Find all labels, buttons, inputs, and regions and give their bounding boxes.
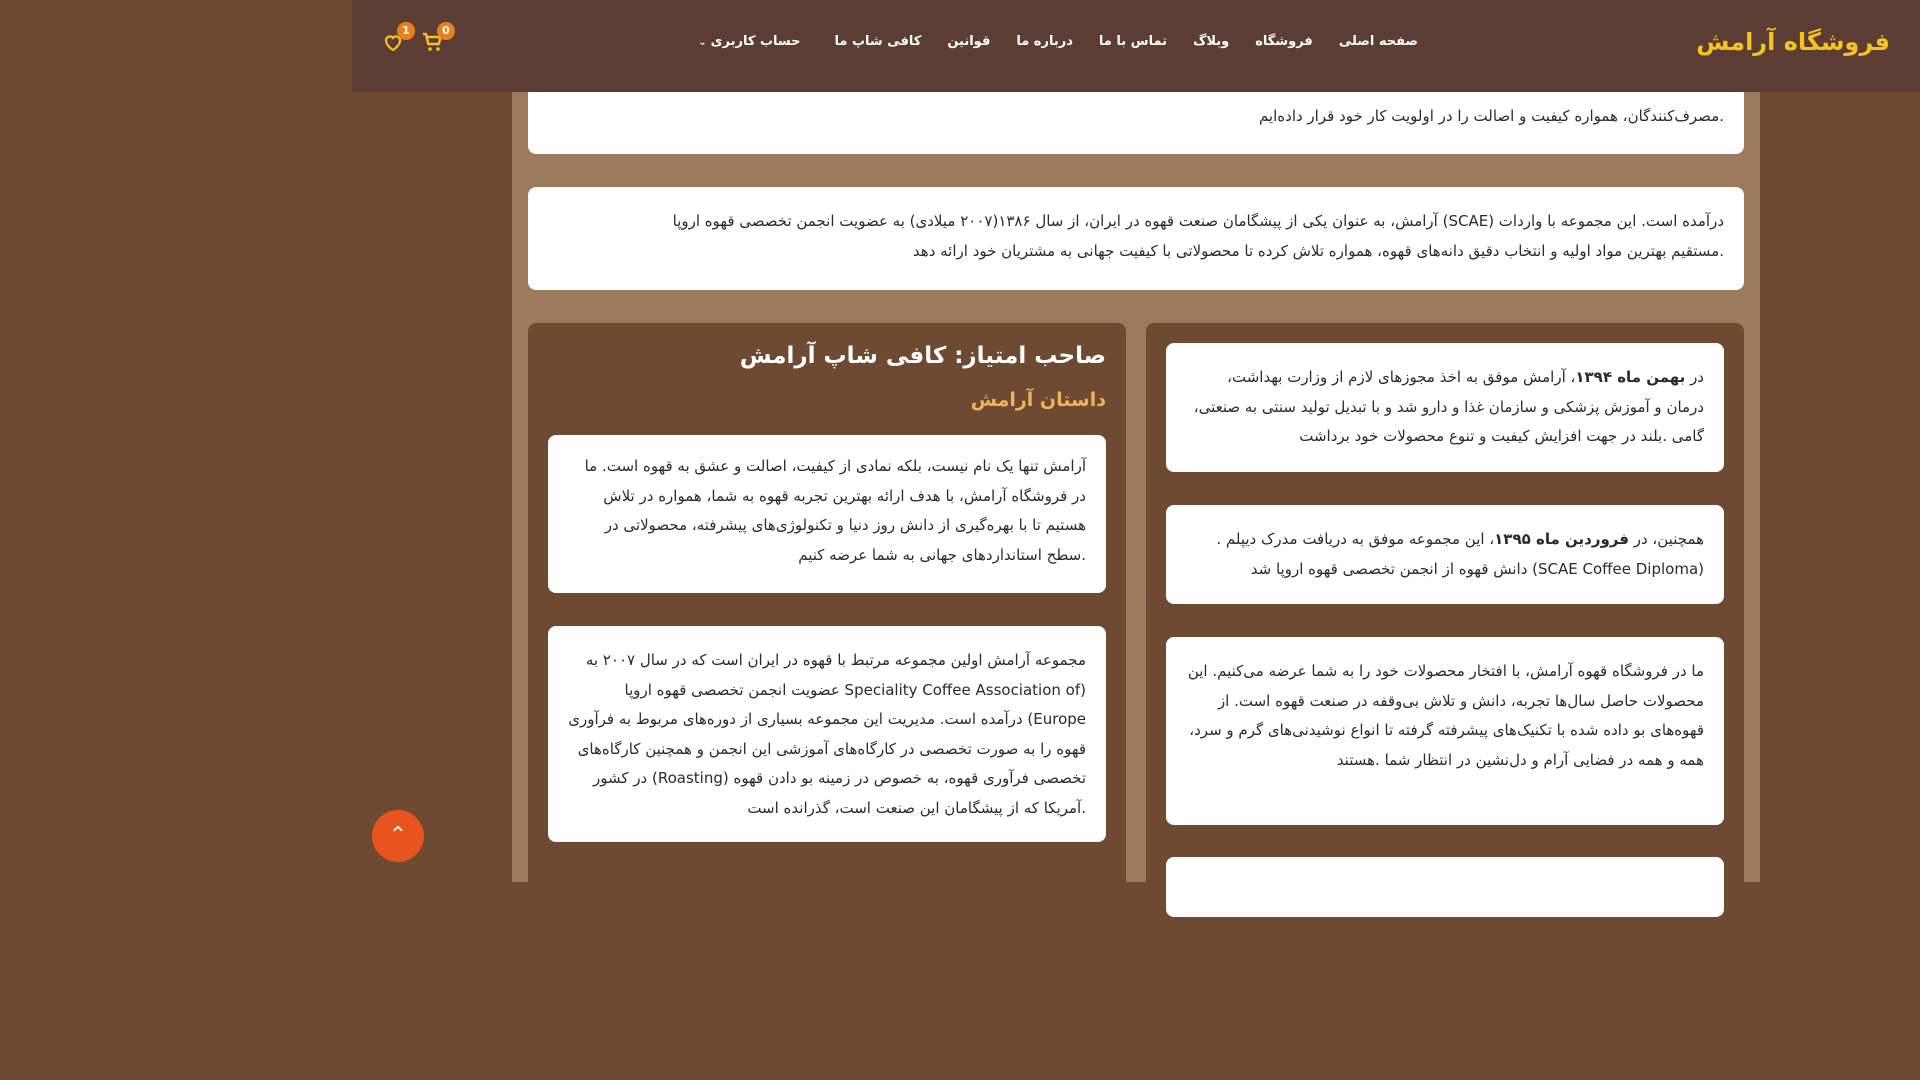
brand-logo[interactable]: فروشگاه آرامش [1696, 28, 1890, 56]
intro-line-2: .مستقیم بهترین مواد اولیه و انتخاب دقیق … [912, 241, 1724, 260]
nav-account[interactable]: حساب کاربری⌄ [698, 34, 800, 49]
nav-about[interactable]: درباره ما [1016, 34, 1073, 49]
timeline-card-2: همچنین، در فروردین ماه ۱۳۹۵، این مجموعه … [1166, 505, 1724, 604]
date-bold: فروردین ماه ۱۳۹۵ [1494, 530, 1629, 548]
nav-shop[interactable]: فروشگاه [1255, 34, 1313, 49]
cart-button[interactable]: 0 [421, 22, 455, 54]
double-chevron-up-icon: ⌃ [388, 823, 408, 848]
timeline-card-1-text: در بهمن ماه ۱۳۹۴، آرامش موفق به اخذ مجوز… [1186, 363, 1704, 452]
chevron-down-icon: ⌄ [698, 37, 707, 48]
scroll-to-top-button[interactable]: ⌃ [372, 810, 424, 862]
story-card-2-text: مجموعه آرامش اولین مجموعه مرتبط با قهوه … [568, 651, 1086, 817]
nav-coffee-shop[interactable]: کافی شاپ ما [835, 34, 922, 49]
timeline-card-1: در بهمن ماه ۱۳۹۴، آرامش موفق به اخذ مجوز… [1166, 343, 1724, 472]
timeline-card-3-text: ما در فروشگاه قهوه آرامش، با افتخار محصو… [1187, 662, 1704, 769]
text-part: همچنین، در [1628, 530, 1704, 548]
nav-rules[interactable]: قوانین [947, 34, 990, 49]
main-nav: صفحه اصلی فروشگاه وبلاگ تماس با ما دربار… [672, 34, 1418, 49]
date-bold: بهمن ماه ۱۳۹۴ [1575, 368, 1686, 386]
nav-account-label: حساب کاربری [710, 34, 801, 49]
story-subtitle: داستان آرامش [970, 389, 1106, 411]
nav-contact[interactable]: تماس با ما [1099, 34, 1167, 49]
story-card-1-text: آرامش تنها یک نام نیست، بلکه نمادی از کی… [584, 457, 1086, 564]
wishlist-count-badge: 1 [397, 22, 415, 40]
cart-count-badge: 0 [437, 22, 455, 40]
timeline-card-4 [1166, 857, 1724, 917]
intro-line-1: درآمده است. این مجموعه با واردات (SCAE) … [672, 212, 1724, 230]
nav-home[interactable]: صفحه اصلی [1339, 34, 1418, 49]
owner-panel: صاحب امتیاز: کافی شاپ آرامش داستان آرامش… [528, 323, 1126, 903]
wishlist-button[interactable]: 1 [381, 22, 415, 54]
timeline-panel: در بهمن ماه ۱۳۹۴، آرامش موفق به اخذ مجوز… [1146, 323, 1744, 917]
page-content: .مصرف‌کنندگان، همواره کیفیت و اصالت را د… [512, 0, 1760, 917]
timeline-card-3: ما در فروشگاه قهوه آرامش، با افتخار محصو… [1166, 637, 1724, 825]
story-card-1: آرامش تنها یک نام نیست، بلکه نمادی از کی… [548, 435, 1106, 593]
owner-title: صاحب امتیاز: کافی شاپ آرامش [739, 343, 1106, 369]
about-card-intro: درآمده است. این مجموعه با واردات (SCAE) … [528, 187, 1744, 290]
nav-blog[interactable]: وبلاگ [1193, 34, 1229, 49]
text-part: در [1685, 368, 1704, 386]
top-navbar: فروشگاه آرامش صفحه اصلی فروشگاه وبلاگ تم… [352, 0, 1920, 92]
about-card-top-text: .مصرف‌کنندگان، همواره کیفیت و اصالت را د… [1258, 107, 1724, 125]
timeline-card-2-text: همچنین، در فروردین ماه ۱۳۹۵، این مجموعه … [1186, 525, 1704, 584]
story-card-2: مجموعه آرامش اولین مجموعه مرتبط با قهوه … [548, 626, 1106, 842]
